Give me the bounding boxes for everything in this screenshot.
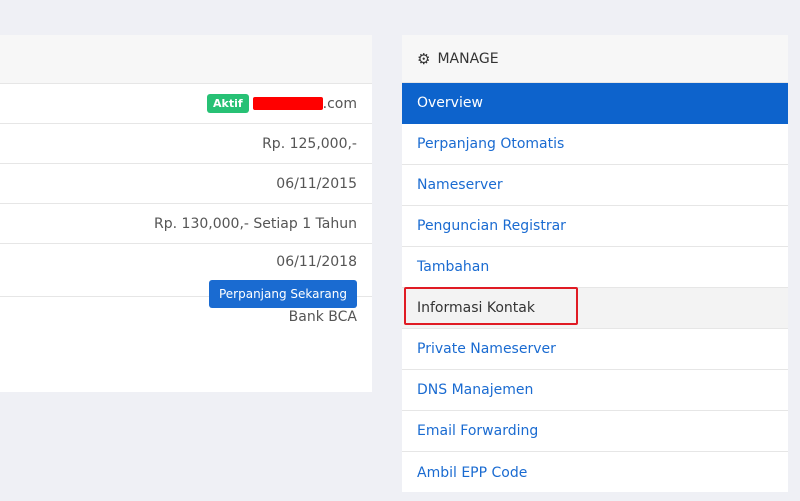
menu-item-private-nameserver[interactable]: Private Nameserver bbox=[402, 329, 788, 370]
registration-date-value: 06/11/2015 bbox=[276, 175, 357, 192]
menu-item-registrar-lock[interactable]: Penguncian Registrar bbox=[402, 206, 788, 247]
domain-row: Aktif .com bbox=[0, 84, 372, 124]
manage-title: MANAGE bbox=[437, 50, 499, 67]
menu-item-label: Perpanjang Otomatis bbox=[417, 136, 565, 152]
renewal-price-value: Rp. 130,000,- Setiap 1 Tahun bbox=[154, 215, 357, 232]
gear-icon: ⚙ bbox=[417, 49, 431, 68]
renewal-price-row: Rp. 130,000,- Setiap 1 Tahun bbox=[0, 204, 372, 244]
menu-item-label: Private Nameserver bbox=[417, 341, 556, 357]
registration-date-row: 06/11/2015 bbox=[0, 164, 372, 204]
menu-item-nameserver[interactable]: Nameserver bbox=[402, 165, 788, 206]
menu-item-label: Tambahan bbox=[417, 259, 490, 275]
menu-item-auto-renew[interactable]: Perpanjang Otomatis bbox=[402, 124, 788, 165]
menu-item-label: Email Forwarding bbox=[417, 423, 539, 439]
manage-header: ⚙ MANAGE bbox=[402, 35, 788, 83]
menu-item-epp-code[interactable]: Ambil EPP Code bbox=[402, 452, 788, 493]
menu-item-label: Ambil EPP Code bbox=[417, 464, 528, 481]
menu-item-label: Nameserver bbox=[417, 177, 503, 193]
status-badge: Aktif bbox=[206, 94, 249, 113]
domain-details-panel: Aktif .com Rp. 125,000,- 06/11/2015 Rp. … bbox=[0, 35, 372, 392]
menu-item-email-forwarding[interactable]: Email Forwarding bbox=[402, 411, 788, 452]
payment-method-value: Bank BCA bbox=[288, 309, 357, 325]
price-value: Rp. 125,000,- bbox=[262, 135, 357, 152]
price-row: Rp. 125,000,- bbox=[0, 124, 372, 164]
menu-item-label: DNS Manajemen bbox=[417, 382, 534, 398]
menu-item-overview[interactable]: Overview bbox=[402, 83, 788, 124]
manage-panel: ⚙ MANAGE Overview Perpanjang Otomatis Na… bbox=[402, 35, 788, 492]
redacted-domain-name bbox=[252, 97, 323, 110]
panel-header bbox=[0, 35, 372, 84]
menu-item-label: Overview bbox=[417, 95, 483, 111]
menu-item-contact-info[interactable]: Informasi Kontak bbox=[402, 287, 788, 329]
highlight-box bbox=[404, 287, 578, 325]
expiry-date-value: 06/11/2018 bbox=[276, 254, 357, 270]
menu-item-addons[interactable]: Tambahan bbox=[402, 247, 788, 288]
menu-item-label: Penguncian Registrar bbox=[417, 218, 566, 234]
expiry-row: 06/11/2018 Perpanjang Sekarang bbox=[0, 244, 372, 308]
domain-suffix: .com bbox=[322, 95, 357, 112]
menu-item-dns-management[interactable]: DNS Manajemen bbox=[402, 370, 788, 411]
payment-method-row: Bank BCA bbox=[0, 297, 372, 337]
